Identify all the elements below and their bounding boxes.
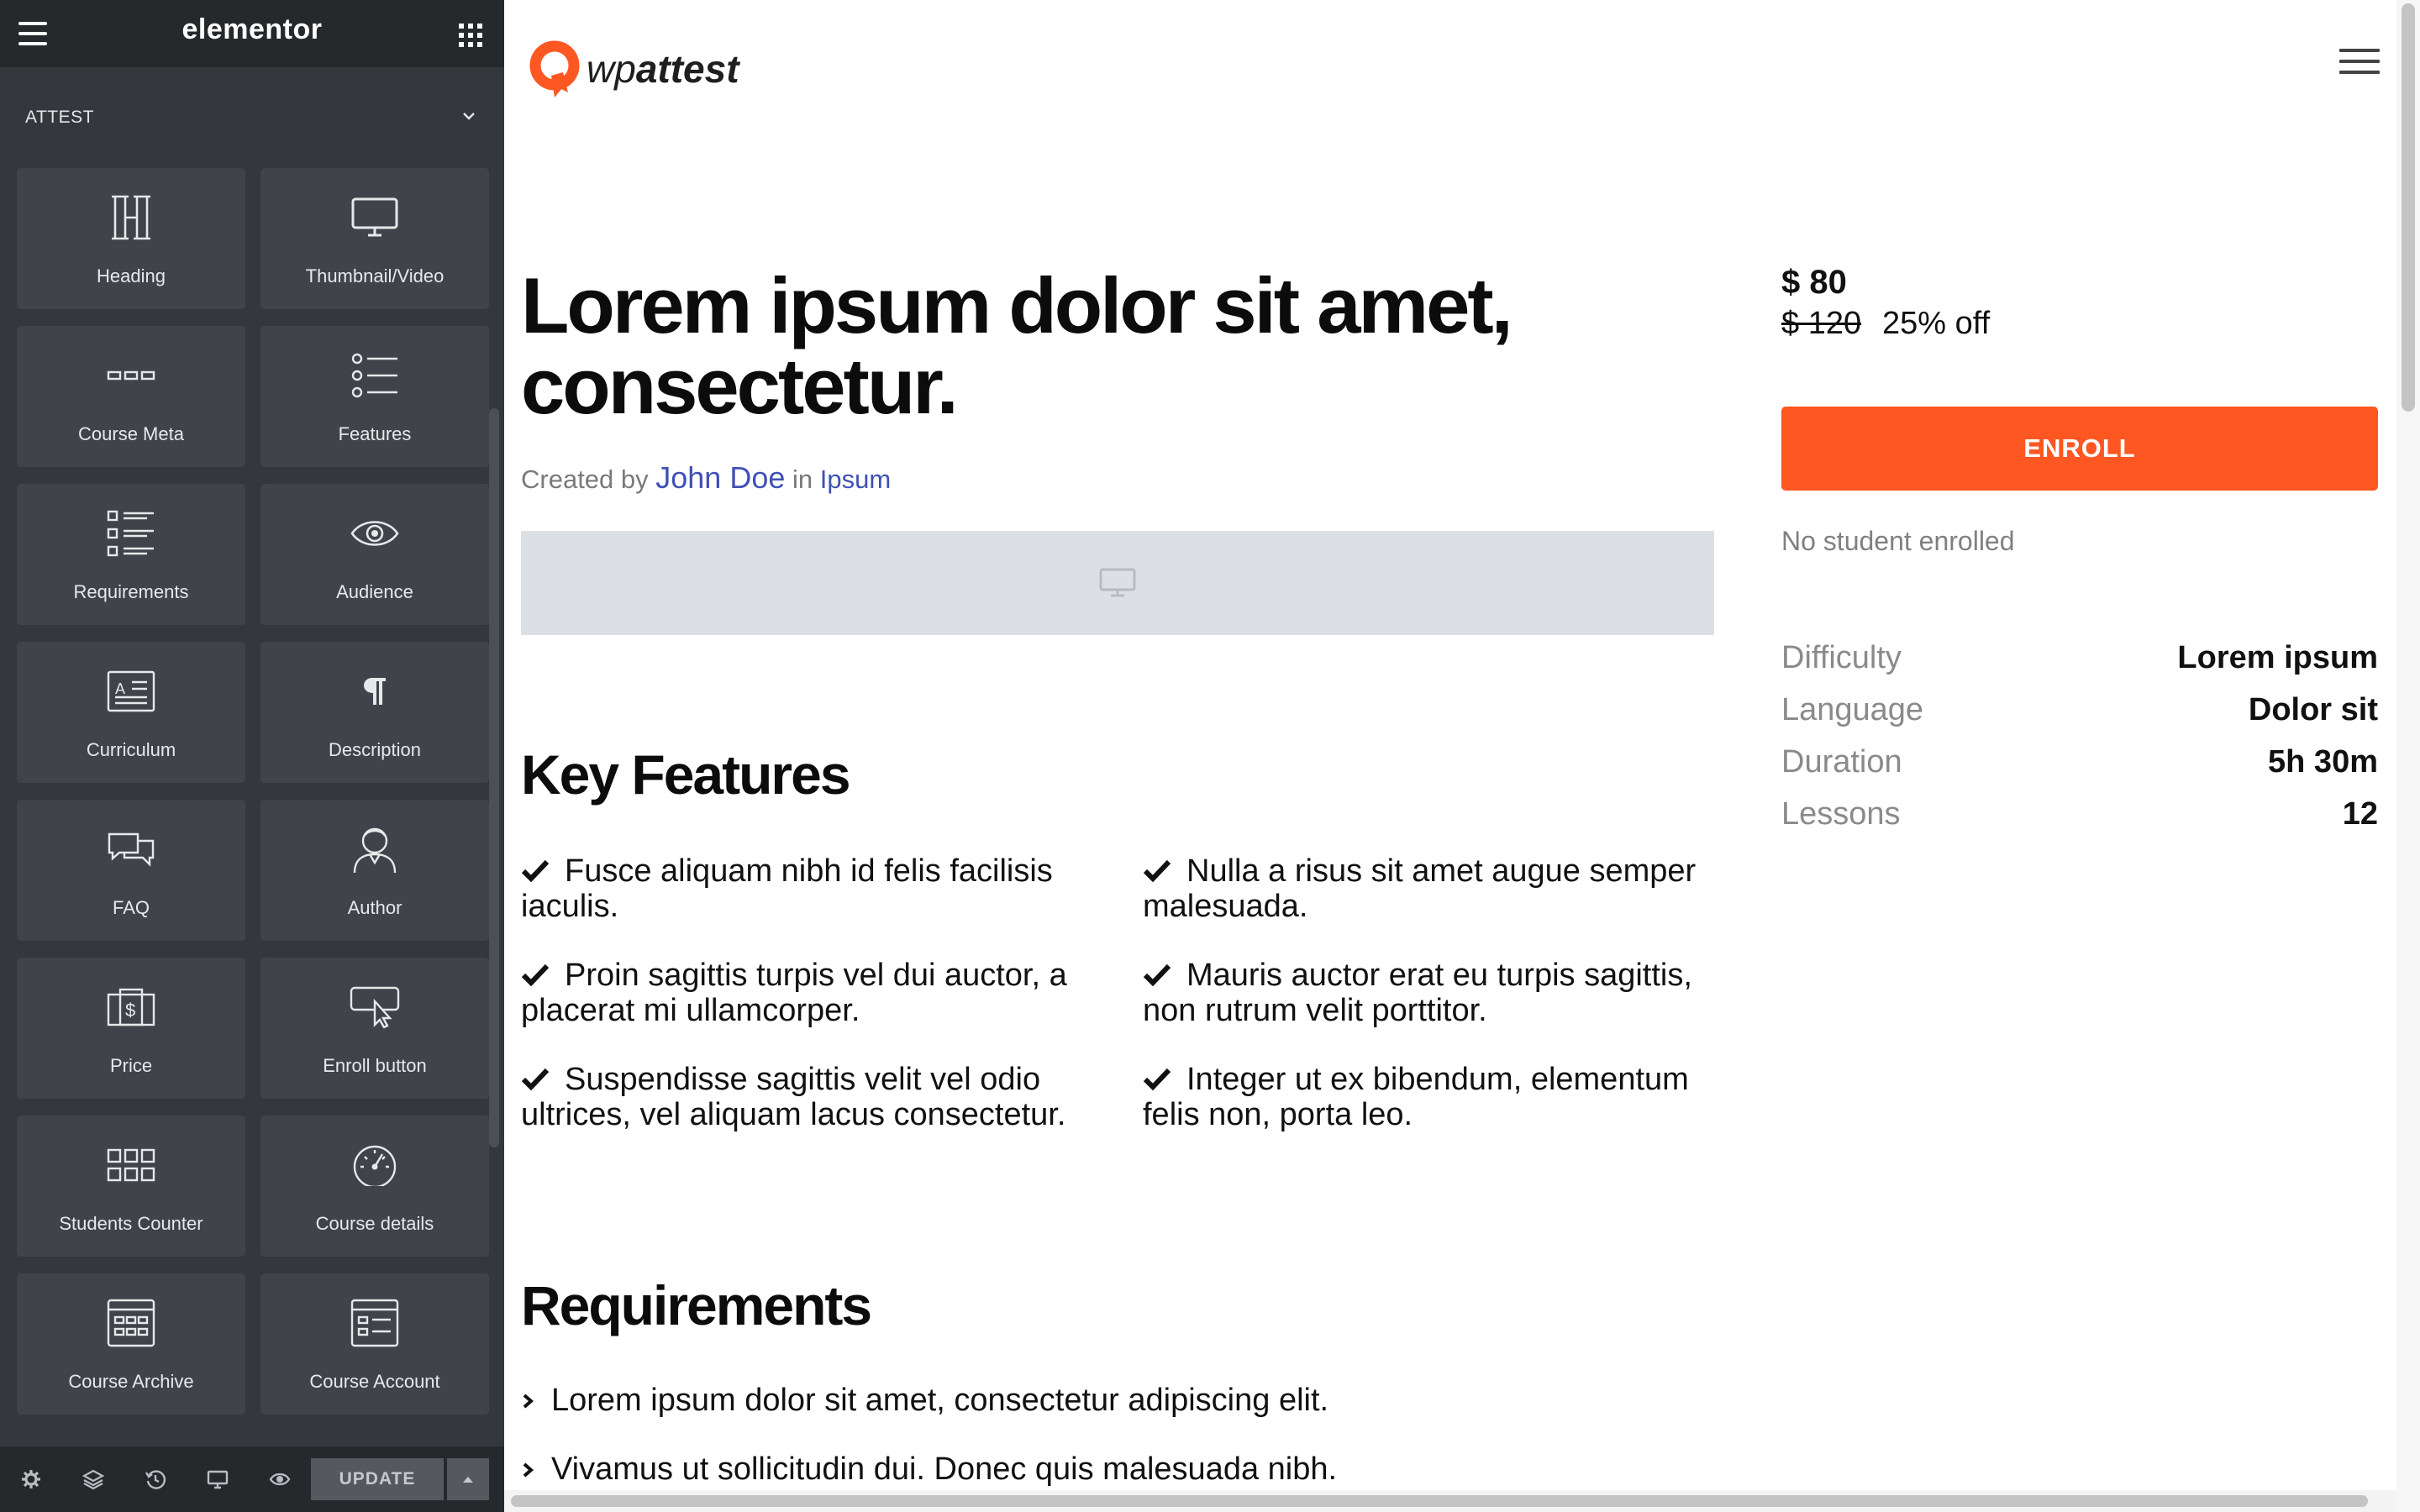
feature-item: Fusce aliquam nibh id felis facilisis ia… xyxy=(521,853,1053,924)
key-features-title: Key Features xyxy=(521,743,851,806)
detail-row-language: Language Dolor sit xyxy=(1781,692,2378,727)
author-icon xyxy=(353,827,397,874)
enrollment-status: No student enrolled xyxy=(1781,526,2015,556)
wpattest-logo-icon xyxy=(529,40,580,97)
svg-text:A: A xyxy=(115,680,125,697)
widget-course-account[interactable]: Course Account xyxy=(260,1273,489,1415)
hamburger-menu-icon[interactable] xyxy=(2339,49,2380,76)
category-title: ATTEST xyxy=(25,108,94,127)
site-logo[interactable]: wpattest xyxy=(529,37,739,101)
widget-thumbnail-video[interactable]: Thumbnail/Video xyxy=(260,168,489,309)
widget-description[interactable]: Description xyxy=(260,642,489,783)
check-icon xyxy=(521,1068,550,1091)
check-icon xyxy=(521,963,550,987)
features-list-icon xyxy=(351,353,397,398)
scrollbar-thumb[interactable] xyxy=(2402,3,2415,412)
widget-requirements[interactable]: Requirements xyxy=(17,484,245,625)
feature-item: Integer ut ex bibendum, elementum felis … xyxy=(1143,1062,1689,1132)
heading-icon xyxy=(112,195,150,240)
logo-text: wpattest xyxy=(587,47,739,91)
requirement-item: Lorem ipsum dolor sit amet, consectetur … xyxy=(521,1383,1328,1418)
preview-eye-icon[interactable] xyxy=(269,1468,291,1490)
monitor-icon xyxy=(351,197,398,237)
feature-item: Suspendisse sagittis velit vel odio ultr… xyxy=(521,1062,1066,1132)
widget-course-archive[interactable]: Course Archive xyxy=(17,1273,245,1415)
widget-enroll-button[interactable]: Enroll button xyxy=(260,958,489,1099)
preview-vertical-scrollbar[interactable] xyxy=(2396,0,2420,1512)
widget-author[interactable]: Author xyxy=(260,800,489,941)
category-link[interactable]: Ipsum xyxy=(820,465,891,494)
widgets-grid-icon[interactable] xyxy=(459,24,482,47)
course-byline: Created by John Doe in Ipsum xyxy=(521,460,892,495)
account-icon xyxy=(350,1299,399,1347)
check-icon xyxy=(1143,1068,1171,1091)
layers-icon[interactable] xyxy=(82,1468,104,1490)
students-grid-icon xyxy=(107,1148,155,1182)
curriculum-icon: A xyxy=(107,670,155,712)
price-icon: $ xyxy=(107,988,155,1026)
panel-footer: UPDATE xyxy=(0,1446,504,1512)
update-button[interactable]: UPDATE xyxy=(311,1458,444,1500)
check-icon xyxy=(521,859,550,883)
widget-curriculum[interactable]: A Curriculum xyxy=(17,642,245,783)
widget-course-details[interactable]: Course details xyxy=(260,1116,489,1257)
thumbnail-video-placeholder[interactable] xyxy=(521,531,1714,635)
widget-course-meta[interactable]: Course Meta xyxy=(17,326,245,467)
widget-heading[interactable]: Heading xyxy=(17,168,245,309)
widget-audience[interactable]: Audience xyxy=(260,484,489,625)
detail-row-difficulty: Difficulty Lorem ipsum xyxy=(1781,640,2378,675)
discount-label: 25% off xyxy=(1882,306,1991,341)
panel-scrollbar[interactable] xyxy=(489,408,499,1147)
detail-row-lessons: Lessons 12 xyxy=(1781,796,2378,832)
preview-horizontal-scrollbar[interactable] xyxy=(504,1490,2396,1512)
widget-price[interactable]: $ Price xyxy=(17,958,245,1099)
feature-item: Mauris auctor erat eu turpis sagittis, n… xyxy=(1143,958,1692,1028)
page-preview: wpattest Lorem ipsum dolor sit amet, con… xyxy=(504,0,2396,1490)
paragraph-icon xyxy=(364,678,386,705)
history-icon[interactable] xyxy=(145,1468,166,1490)
elementor-panel: elementor ATTEST Heading Thumbnail/Video… xyxy=(0,0,504,1512)
scrollbar-thumb[interactable] xyxy=(511,1495,2368,1507)
widget-features[interactable]: Features xyxy=(260,326,489,467)
faq-chat-icon xyxy=(108,832,155,867)
widget-students-counter[interactable]: Students Counter xyxy=(17,1116,245,1257)
feature-item: Nulla a risus sit amet augue semper male… xyxy=(1143,853,1697,924)
chevron-right-icon xyxy=(523,1394,534,1409)
settings-gear-icon[interactable] xyxy=(20,1468,42,1490)
check-icon xyxy=(1143,963,1171,987)
check-icon xyxy=(1143,859,1171,883)
chevron-right-icon xyxy=(523,1462,534,1478)
enroll-cursor-icon xyxy=(350,986,400,1028)
author-link[interactable]: John Doe xyxy=(655,460,785,495)
monitor-icon xyxy=(1099,568,1136,597)
eye-icon xyxy=(350,521,399,546)
gauge-icon xyxy=(353,1145,397,1186)
course-meta-icon xyxy=(107,370,155,381)
feature-item: Proin sagittis turpis vel dui auctor, a … xyxy=(521,958,1067,1028)
enroll-button[interactable]: ENROLL xyxy=(1781,407,2378,491)
panel-brand: elementor xyxy=(182,13,323,45)
requirements-icon xyxy=(107,510,154,557)
requirements-title: Requirements xyxy=(521,1274,872,1336)
widget-faq[interactable]: FAQ xyxy=(17,800,245,941)
detail-row-duration: Duration 5h 30m xyxy=(1781,744,2378,780)
update-options-button[interactable] xyxy=(447,1458,489,1500)
requirement-item: Vivamus ut sollicitudin dui. Donec quis … xyxy=(521,1452,1337,1487)
chevron-down-icon xyxy=(463,113,475,120)
panel-header: elementor xyxy=(0,0,504,67)
archive-icon xyxy=(107,1299,155,1347)
category-toggle[interactable]: ATTEST xyxy=(0,89,504,143)
original-price: $ 120 xyxy=(1781,306,1862,341)
svg-text:$: $ xyxy=(125,1000,135,1021)
course-title: Lorem ipsum dolor sit amet, consectetur. xyxy=(521,261,1513,430)
responsive-monitor-icon[interactable] xyxy=(207,1468,229,1490)
current-price: $ 80 xyxy=(1781,264,1847,301)
caret-up-icon xyxy=(463,1477,473,1483)
